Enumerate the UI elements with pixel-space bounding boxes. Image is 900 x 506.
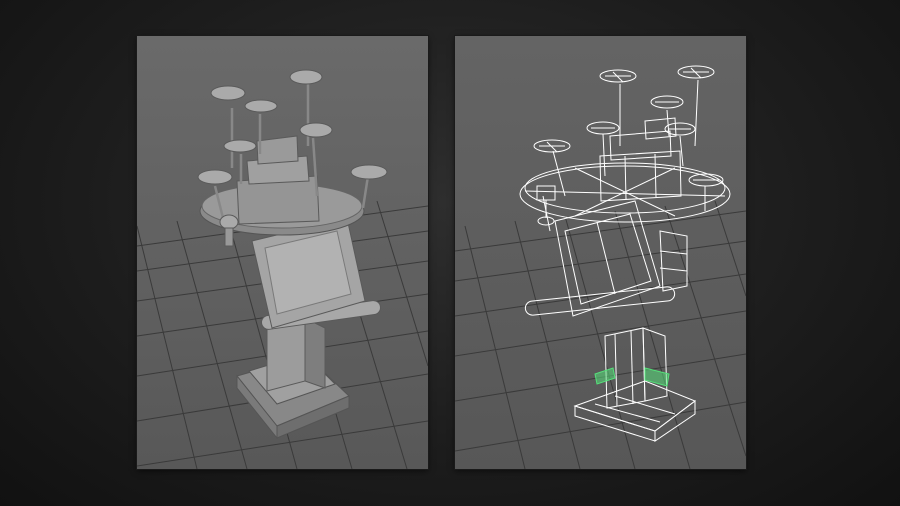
- ground-grid: [455, 200, 746, 469]
- wireframe-scene: [455, 65, 746, 469]
- selected-faces: [644, 367, 670, 387]
- lectern-model-shaded[interactable]: [197, 69, 388, 440]
- shaded-scene: [137, 69, 428, 469]
- viewport-wireframe[interactable]: [455, 36, 746, 469]
- selected-faces: [594, 367, 616, 385]
- viewport-shaded[interactable]: [137, 36, 428, 469]
- lectern-model-wireframe[interactable]: [519, 65, 731, 442]
